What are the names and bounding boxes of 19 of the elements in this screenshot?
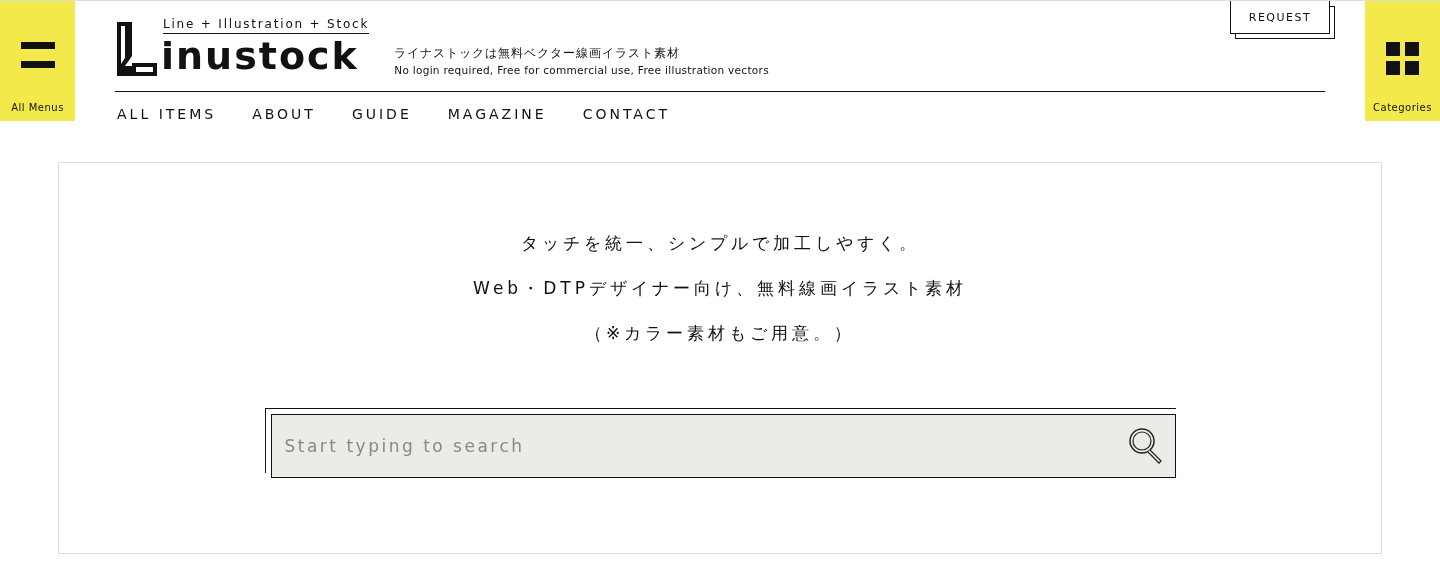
site-subtitle: No login required, Free for commercial use, Free illustration vectors	[394, 64, 769, 76]
nav-link[interactable]: ALL ITEMS	[117, 106, 217, 122]
nav-link[interactable]: ABOUT	[252, 106, 316, 122]
hero-text: タッチを統一、シンプルで加工しやすく。	[520, 233, 920, 253]
hero-text: （※カラー素材もご用意。）	[584, 323, 856, 343]
hero-text: Web・DTPデザイナー向け、無料線画イラスト素材	[473, 278, 967, 298]
logo-mark-icon	[115, 20, 159, 78]
nav-link[interactable]: GUIDE	[351, 106, 412, 122]
search-field[interactable]: Start typing to search	[270, 414, 1176, 478]
site-description: ライナストックは無料ベクター線画イラスト素材	[394, 46, 682, 61]
nav-link[interactable]: CONTACT	[582, 106, 670, 122]
nav-link[interactable]: MAGAZINE	[447, 106, 547, 122]
categories-button[interactable]: Categories	[1365, 1, 1440, 121]
logo-tagline: Line + Illustration + Stock	[163, 17, 370, 34]
all-menus-button[interactable]: All Menus	[0, 1, 75, 121]
search-icon[interactable]	[1127, 427, 1164, 465]
grid-icon	[1386, 42, 1419, 75]
menu-icon	[20, 42, 55, 68]
logo-wordmark: inustock	[161, 34, 360, 78]
